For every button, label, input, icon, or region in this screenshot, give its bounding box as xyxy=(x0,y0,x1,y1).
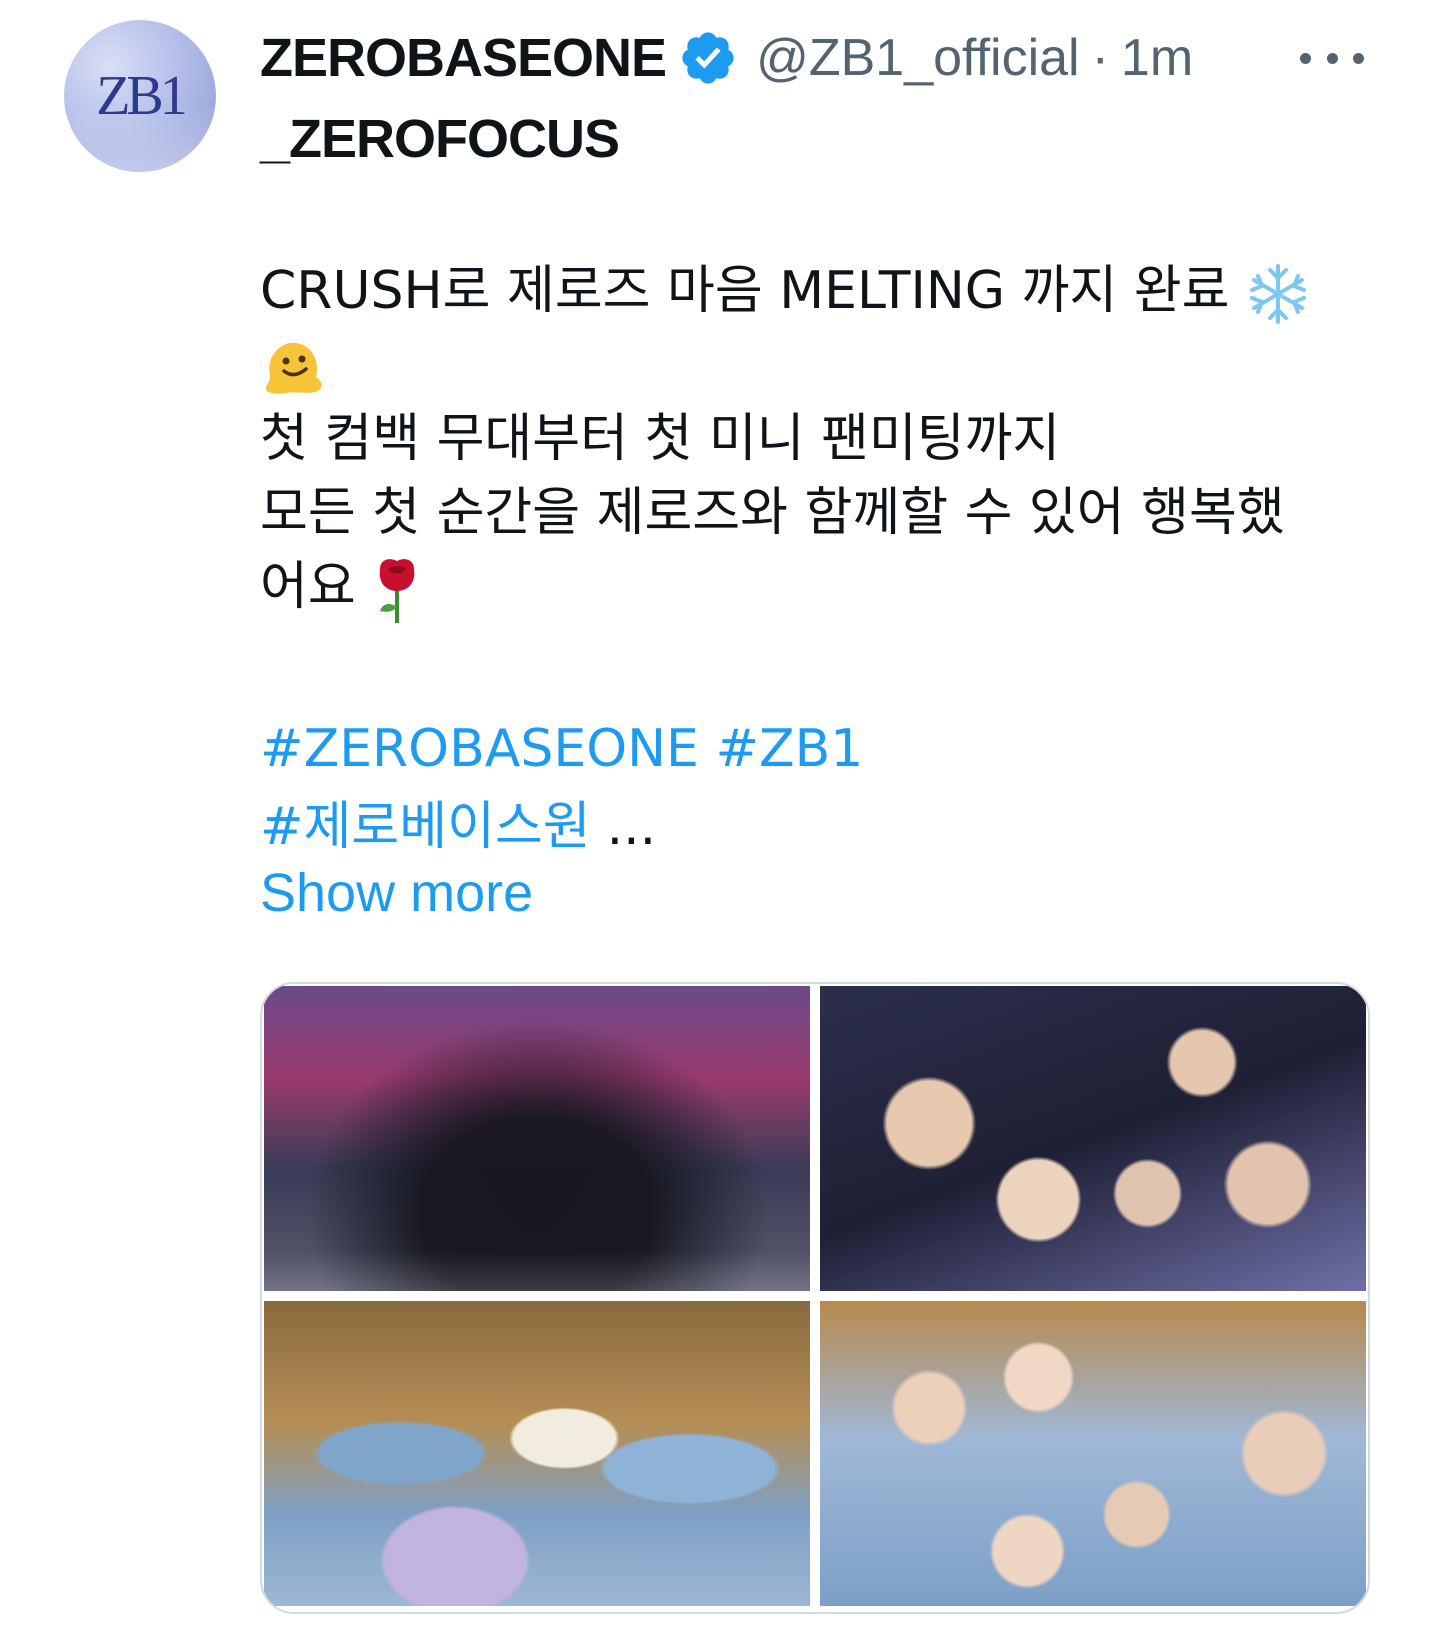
hashtags: #ZEROBASEONE #ZB1 #제로베이스원... xyxy=(260,710,863,866)
photo-2[interactable] xyxy=(820,986,1366,1291)
verified-badge-icon[interactable] xyxy=(678,28,738,88)
tweet-text: CRUSH로 제로즈 마음 MELTING 까지 완료 첫 컴백 무대부터 첫 … xyxy=(260,254,1360,625)
hashtag-link[interactable]: #ZB1 xyxy=(715,719,863,779)
melting-face-emoji-icon xyxy=(265,342,322,394)
text-segment: CRUSH로 제로즈 마음 MELTING 까지 완료 xyxy=(260,261,1230,321)
rose-emoji-icon xyxy=(379,559,415,623)
snowflake-emoji-icon xyxy=(1250,264,1307,324)
text-line-1: CRUSH로 제로즈 마음 MELTING 까지 완료 xyxy=(260,254,1360,328)
display-name[interactable]: ZEROBASEONE xyxy=(260,27,667,89)
truncation-ellipsis: ... xyxy=(606,797,657,857)
photo-shade xyxy=(264,1251,810,1291)
separator-dot: · xyxy=(1091,29,1109,87)
more-dot xyxy=(1353,52,1364,64)
text-line-2: 첫 컴백 무대부터 첫 미니 팬미팅까지 xyxy=(260,409,1061,469)
show-more-link[interactable]: Show more xyxy=(260,862,533,924)
tweet-header: ZEROBASEONE @ZB1_official · 1m xyxy=(260,26,1193,90)
text-line-emoji xyxy=(260,328,1360,402)
media-grid xyxy=(260,982,1370,1614)
photo-1[interactable] xyxy=(264,986,810,1291)
avatar[interactable]: ZB1 xyxy=(64,20,216,172)
photo-3[interactable] xyxy=(264,1301,810,1606)
photo-4[interactable] xyxy=(820,1301,1366,1606)
text-line-4: 어요 xyxy=(260,550,1360,625)
hashtag-line-1: #ZEROBASEONE #ZB1 xyxy=(260,710,863,788)
hashtag-line-2: #제로베이스원... xyxy=(260,788,863,866)
tweet[interactable]: ZB1 ZEROBASEONE @ZB1_official · 1m _ZERO… xyxy=(0,0,1440,1644)
more-dot xyxy=(1326,52,1338,64)
text-segment: 어요 xyxy=(260,557,356,617)
display-name-continued[interactable]: _ZEROFOCUS xyxy=(260,108,620,170)
hashtag-link[interactable]: #ZEROBASEONE xyxy=(260,719,699,779)
avatar-logo: ZB1 xyxy=(96,65,188,127)
user-handle[interactable]: @ZB1_official xyxy=(756,28,1080,88)
hashtag-link[interactable]: #제로베이스원 xyxy=(260,797,591,857)
timestamp[interactable]: 1m xyxy=(1121,28,1193,88)
more-options-icon[interactable] xyxy=(1300,36,1364,80)
text-line-3: 모든 첫 순간을 제로즈와 함께할 수 있어 행복했 xyxy=(260,483,1285,543)
more-dot xyxy=(1300,52,1311,64)
